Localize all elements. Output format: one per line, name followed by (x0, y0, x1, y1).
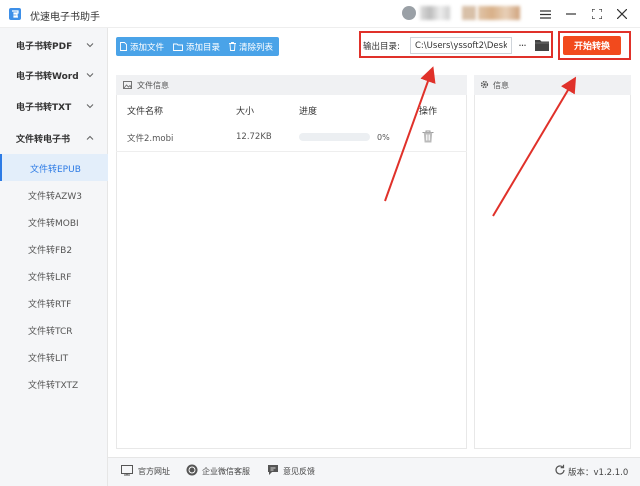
info-panel-title: 信息 (493, 81, 509, 90)
file-name-cell: 文件2.mobi (127, 134, 174, 144)
progress-percent: 0% (377, 133, 390, 142)
sidebar-item-tcr[interactable]: 文件转TCR (0, 316, 108, 343)
minimize-button[interactable] (561, 4, 581, 24)
add-folder-label: 添加目录 (186, 42, 221, 53)
sidebar-group-label: 文件转电子书 (16, 135, 71, 145)
sidebar: 电子书转PDF 电子书转Word 电子书转TXT 文件转电子书 文件转EPUB … (0, 28, 108, 486)
chevron-up-icon (86, 135, 94, 140)
sidebar-item-label: 文件转TCR (28, 327, 73, 337)
info-panel (474, 75, 631, 449)
gear-icon (480, 80, 489, 89)
feedback-icon (268, 465, 278, 475)
image-icon (123, 81, 132, 89)
folder-icon[interactable] (534, 38, 550, 53)
refresh-icon[interactable] (554, 464, 566, 476)
column-header-progress: 进度 (299, 107, 318, 117)
user-avatar[interactable] (402, 6, 416, 20)
user-info-blurred (420, 6, 450, 20)
trash-icon (229, 42, 237, 51)
sidebar-item-label: 文件转LIT (28, 354, 69, 364)
close-icon (617, 9, 627, 19)
menu-button[interactable] (535, 4, 555, 24)
sidebar-item-label: 文件转AZW3 (28, 192, 82, 202)
wechat-service-link[interactable]: 企业微信客服 (202, 466, 250, 477)
fullscreen-icon (592, 9, 602, 19)
file-panel-title: 文件信息 (137, 81, 169, 90)
chevron-down-icon (86, 43, 94, 48)
sidebar-item-fb2[interactable]: 文件转FB2 (0, 235, 108, 262)
file-icon (120, 42, 127, 51)
sidebar-group-label: 电子书转Word (16, 72, 79, 82)
sidebar-item-label: 文件转EPUB (30, 165, 81, 175)
sidebar-group-label: 电子书转TXT (16, 103, 72, 113)
official-website-link[interactable]: 官方网址 (138, 466, 170, 477)
app-logo-icon (9, 8, 21, 20)
sidebar-group-label: 电子书转PDF (16, 42, 73, 52)
sidebar-item-label: 文件转FB2 (28, 246, 73, 256)
chevron-down-icon (86, 104, 94, 109)
add-file-label: 添加文件 (130, 42, 165, 53)
sidebar-item-rtf[interactable]: 文件转RTF (0, 289, 108, 316)
column-header-action: 操作 (419, 107, 438, 117)
sidebar-group-pdf[interactable]: 电子书转PDF (0, 30, 108, 60)
website-icon (121, 465, 133, 476)
delete-trash-icon[interactable] (422, 130, 434, 143)
sidebar-item-lit[interactable]: 文件转LIT (0, 343, 108, 370)
close-button[interactable] (612, 4, 632, 24)
output-dir-label: 输出目录: (363, 42, 400, 52)
vip-badge-blurred (462, 6, 476, 20)
start-convert-button[interactable]: 开始转换 (563, 36, 621, 55)
feedback-link[interactable]: 意见反馈 (283, 466, 315, 477)
browse-more-button[interactable]: ··· (514, 37, 530, 54)
app-title: 优速电子书助手 (30, 12, 100, 23)
hamburger-icon (539, 9, 551, 19)
sidebar-item-label: 文件转MOBI (28, 219, 79, 229)
add-folder-button[interactable]: 添加目录 (173, 41, 220, 53)
column-header-name: 文件名称 (127, 107, 164, 117)
sidebar-item-label: 文件转TXTZ (28, 381, 79, 391)
progress-bar (299, 133, 370, 141)
minimize-icon (566, 13, 576, 15)
sidebar-group-ebook[interactable]: 文件转电子书 (0, 123, 108, 153)
sidebar-group-word[interactable]: 电子书转Word (0, 60, 108, 90)
chevron-down-icon (86, 73, 94, 78)
add-file-button[interactable]: 添加文件 (120, 41, 164, 53)
sidebar-item-lrf[interactable]: 文件转LRF (0, 262, 108, 289)
folder-outline-icon (173, 43, 183, 51)
file-size-cell: 12.72KB (236, 132, 272, 142)
sidebar-item-epub[interactable]: 文件转EPUB (0, 154, 108, 181)
sidebar-item-txtz[interactable]: 文件转TXTZ (0, 370, 108, 397)
maximize-button[interactable] (587, 4, 607, 24)
sidebar-group-txt[interactable]: 电子书转TXT (0, 91, 108, 121)
output-path-input[interactable] (410, 37, 512, 54)
sidebar-item-mobi[interactable]: 文件转MOBI (0, 208, 108, 235)
wechat-service-icon (186, 464, 198, 476)
sidebar-item-azw3[interactable]: 文件转AZW3 (0, 181, 108, 208)
account-blurred (478, 6, 520, 20)
clear-list-label: 清除列表 (239, 42, 274, 53)
file-toolbar: 添加文件 添加目录 清除列表 (116, 37, 280, 56)
sidebar-item-label: 文件转LRF (28, 273, 72, 283)
column-header-size: 大小 (236, 107, 255, 117)
sidebar-item-label: 文件转RTF (28, 300, 72, 310)
version-label: 版本：v1.2.1.0 (568, 468, 629, 478)
clear-list-button[interactable]: 清除列表 (229, 41, 273, 53)
